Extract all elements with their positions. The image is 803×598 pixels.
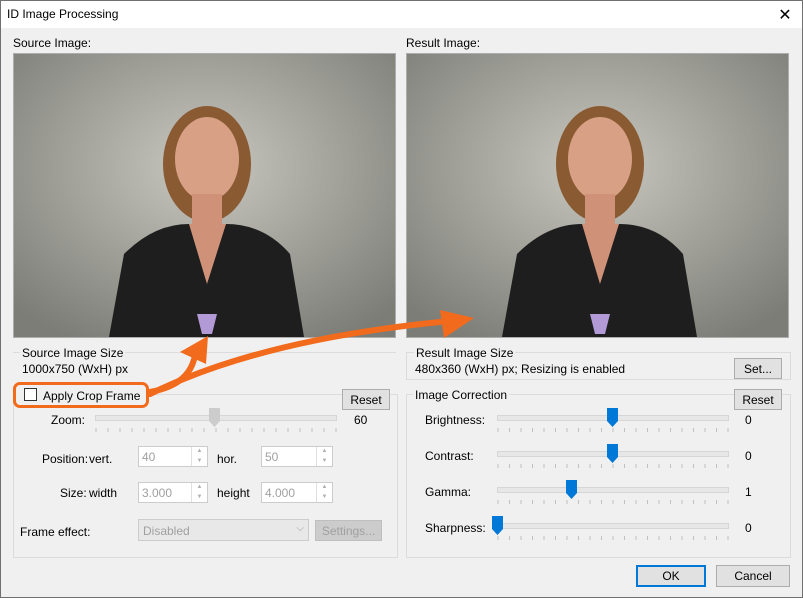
source-size-value: 1000x750 (WxH) px <box>22 362 129 376</box>
result-size-value: 480x360 (WxH) px; Resizing is enabled <box>415 362 626 376</box>
height-value: 4.000 <box>265 486 296 500</box>
slider-label: Gamma: <box>425 485 472 499</box>
slider-label: Brightness: <box>425 413 486 427</box>
hor-label: hor. <box>217 452 238 466</box>
zoom-value: 60 <box>354 413 368 427</box>
source-size-heading: Source Image Size <box>20 346 126 360</box>
hor-spinner[interactable]: 50 ▲ ▼ <box>261 446 333 467</box>
source-image <box>13 53 396 338</box>
frame-settings-button[interactable]: Settings... <box>315 520 382 541</box>
size-label: Size: <box>60 486 87 500</box>
spin-down-icon[interactable]: ▼ <box>192 493 207 502</box>
slider-label: Sharpness: <box>425 521 486 535</box>
frame-effect-label: Frame effect: <box>20 525 91 539</box>
frame-effect-value: Disabled <box>143 524 190 538</box>
spin-up-icon[interactable]: ▲ <box>317 483 332 492</box>
slider-ticks <box>497 464 729 468</box>
zoom-ticks <box>95 428 337 432</box>
slider-ticks <box>497 536 729 540</box>
zoom-label: Zoom: <box>51 413 86 427</box>
apply-crop-checkbox[interactable] <box>24 388 37 401</box>
position-label: Position: <box>42 452 89 466</box>
set-button[interactable]: Set... <box>734 358 782 379</box>
spin-down-icon[interactable]: ▼ <box>317 493 332 502</box>
result-image-label: Result Image: <box>406 36 481 50</box>
zoom-slider-thumb[interactable] <box>209 408 220 427</box>
chevron-down-icon: ⌵ <box>296 523 304 534</box>
spin-up-icon[interactable]: ▲ <box>192 483 207 492</box>
slider-ticks <box>497 500 729 504</box>
spin-down-icon[interactable]: ▼ <box>192 457 207 466</box>
title-bar: ID Image Processing ✕ <box>1 1 802 28</box>
spin-up-icon[interactable]: ▲ <box>317 447 332 456</box>
cancel-button[interactable]: Cancel <box>716 565 790 587</box>
width-value: 3.000 <box>142 486 173 500</box>
correction-heading: Image Correction <box>413 388 510 402</box>
slider-value: 0 <box>745 449 752 463</box>
slider-thumb[interactable] <box>565 480 577 499</box>
result-size-heading: Result Image Size <box>414 346 516 360</box>
source-image-label: Source Image: <box>13 36 92 50</box>
vert-value: 40 <box>142 450 156 464</box>
slider-thumb[interactable] <box>607 408 618 427</box>
close-icon[interactable]: ✕ <box>768 1 802 28</box>
frame-effect-select[interactable]: Disabled ⌵ <box>138 519 309 541</box>
spin-up-icon[interactable]: ▲ <box>192 447 207 456</box>
ok-button[interactable]: OK <box>636 565 706 587</box>
slider-track[interactable] <box>497 487 729 493</box>
slider-thumb[interactable] <box>607 444 618 463</box>
slider-value: 0 <box>745 521 752 535</box>
vert-label: vert. <box>89 452 113 466</box>
width-spinner[interactable]: 3.000 ▲ ▼ <box>138 482 208 503</box>
slider-ticks <box>497 428 729 432</box>
window-title: ID Image Processing <box>7 7 119 21</box>
slider-value: 1 <box>745 485 752 499</box>
spin-down-icon[interactable]: ▼ <box>317 457 332 466</box>
slider-value: 0 <box>745 413 752 427</box>
vert-spinner[interactable]: 40 ▲ ▼ <box>138 446 208 467</box>
crop-reset-button[interactable]: Reset <box>342 389 390 410</box>
hor-value: 50 <box>265 450 279 464</box>
height-label: height <box>217 486 250 500</box>
slider-label: Contrast: <box>425 449 474 463</box>
height-spinner[interactable]: 4.000 ▲ ▼ <box>261 482 333 503</box>
apply-crop-label[interactable]: Apply Crop Frame <box>43 389 140 403</box>
width-label: width <box>89 486 118 500</box>
correction-reset-button[interactable]: Reset <box>734 389 782 410</box>
result-image <box>406 53 789 338</box>
slider-thumb[interactable] <box>492 516 503 535</box>
slider-track[interactable] <box>497 523 729 529</box>
